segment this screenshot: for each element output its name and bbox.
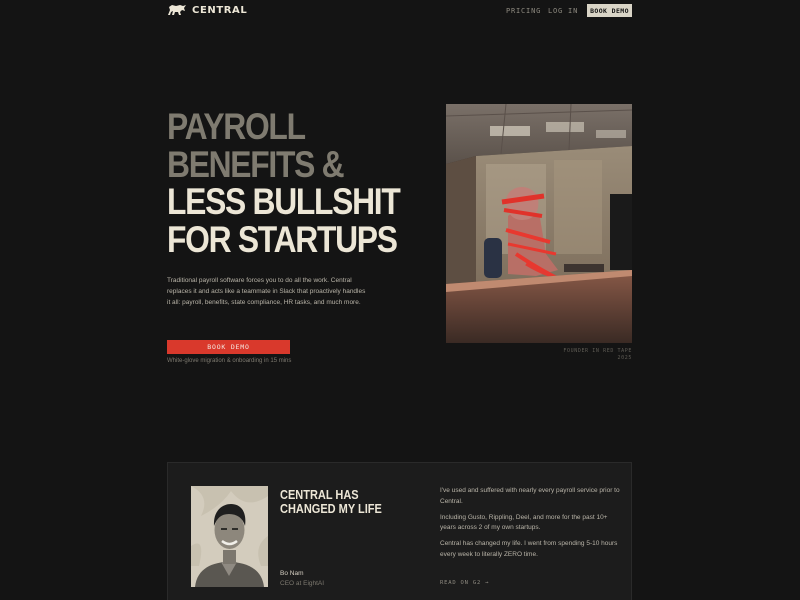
read-on-g2-link[interactable]: READ ON G2 → bbox=[440, 580, 489, 586]
quote-paragraph-3: Central has changed my life. I went from… bbox=[440, 540, 618, 558]
top-nav: CENTRAL PRICING LOG IN BOOK DEMO bbox=[0, 0, 800, 22]
headline-line-4: FOR STARTUPS bbox=[167, 218, 398, 260]
testimonial-title: CENTRAL HAS CHANGED MY LIFE bbox=[280, 488, 382, 516]
portrait-illustration bbox=[191, 486, 268, 587]
testimonial-title-line-1: CENTRAL HAS bbox=[280, 488, 359, 502]
quote-paragraph-1: I've used and suffered with nearly every… bbox=[440, 487, 620, 505]
caption-year: 2025 bbox=[617, 355, 632, 361]
horse-icon bbox=[168, 5, 186, 15]
testimonial-avatar bbox=[191, 486, 268, 587]
caption-title: FOUNDER IN RED TAPE bbox=[563, 348, 632, 354]
hero-note: White-glove migration & onboarding in 15… bbox=[167, 358, 292, 364]
hero-book-demo-button[interactable]: BOOK DEMO bbox=[167, 340, 290, 354]
headline-line-2: BENEFITS & bbox=[167, 143, 345, 185]
testimonial-author-name: Bo Nam bbox=[280, 570, 304, 577]
testimonial-title-line-2: CHANGED MY LIFE bbox=[280, 502, 382, 516]
hero-description: Traditional payroll software forces you … bbox=[167, 277, 366, 306]
logo[interactable]: CENTRAL bbox=[167, 4, 247, 16]
headline-line-1: PAYROLL bbox=[167, 106, 306, 147]
nav-login-link[interactable]: LOG IN bbox=[548, 7, 578, 15]
testimonial-author-role: CEO at EightAI bbox=[280, 580, 325, 587]
nav-book-demo-button[interactable]: BOOK DEMO bbox=[587, 4, 632, 17]
hero-headline: PAYROLL BENEFITS & LESS BULLSHIT FOR STA… bbox=[167, 106, 401, 260]
brand-name: CENTRAL bbox=[192, 4, 248, 16]
hero-image-caption: FOUNDER IN RED TAPE 2025 bbox=[563, 348, 632, 362]
quote-paragraph-2: Including Gusto, Rippling, Deel, and mor… bbox=[440, 513, 608, 532]
testimonial-quote: I've used and suffered with nearly every… bbox=[440, 486, 620, 566]
hero-image bbox=[446, 104, 632, 343]
nav-pricing-link[interactable]: PRICING bbox=[506, 7, 541, 15]
headline-line-3: LESS BULLSHIT bbox=[167, 181, 401, 222]
founder-in-red-tape-illustration bbox=[446, 104, 632, 343]
